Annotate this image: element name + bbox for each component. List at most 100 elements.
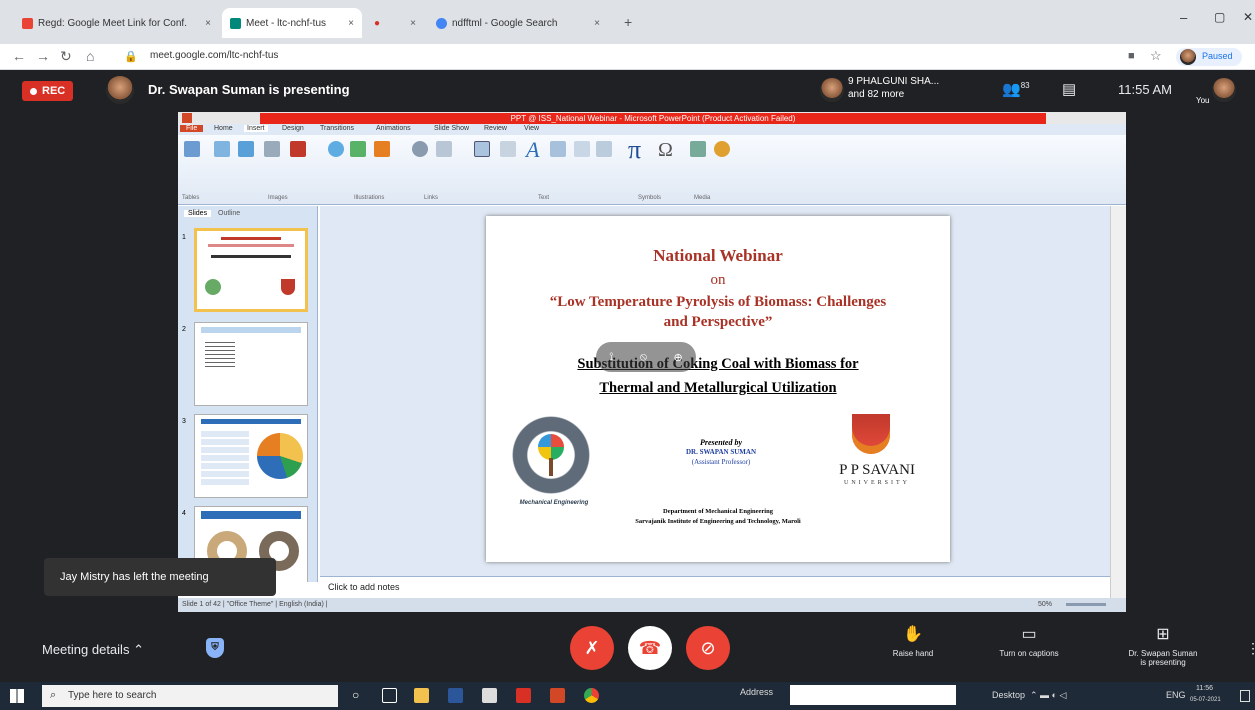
shapes-icon[interactable] [328, 141, 344, 157]
reload-icon[interactable]: ↻ [60, 48, 72, 65]
taskbar-search[interactable]: ⌕ Type here to search [42, 685, 338, 707]
close-icon[interactable]: × [594, 18, 600, 29]
ppt-tab-view[interactable]: View [524, 125, 539, 132]
mute-icon[interactable]: ⦸ [640, 351, 647, 364]
store-icon[interactable] [482, 688, 497, 703]
self-avatar[interactable] [1212, 78, 1236, 102]
browser-tab-gmail[interactable]: Regd: Google Meet Link for Conf. × [14, 8, 219, 38]
notes-pane[interactable]: Click to add notes [320, 576, 1110, 598]
taskbar-date[interactable]: 05-07-2021 [1190, 697, 1221, 703]
screenshot-icon[interactable] [264, 141, 280, 157]
ppt-tab-design[interactable]: Design [282, 125, 304, 132]
department: Department of Mechanical Engineering [663, 508, 773, 515]
more-options-icon[interactable]: ⋮ [1246, 640, 1255, 657]
close-icon[interactable]: × [348, 18, 354, 29]
photo-album-icon[interactable] [290, 141, 306, 157]
notification-icon[interactable] [1240, 690, 1250, 702]
hyperlink-icon[interactable] [412, 141, 428, 157]
tray-icons[interactable]: ⌃ ▬ ◐ ◁ [1030, 690, 1066, 701]
windows-taskbar: ⌕ Type here to search ○ Address Desktop … [0, 682, 1255, 710]
ppt-tab-file[interactable]: File [180, 125, 204, 132]
profile-paused-button[interactable]: Paused [1176, 48, 1242, 66]
presentation-overlay-controls[interactable]: ⟟ ⦸ ⊕ [596, 342, 696, 372]
meeting-details-button[interactable]: Meeting details ⌃ [42, 642, 144, 658]
avatar [1180, 49, 1196, 65]
object-icon[interactable] [596, 141, 612, 157]
video-icon[interactable] [690, 141, 706, 157]
chat-icon[interactable]: ▤ [1062, 80, 1076, 98]
presenting-button[interactable]: ⊞ Dr. Swapan Suman is presenting [1110, 624, 1216, 667]
textbox-icon[interactable] [474, 141, 490, 157]
action-icon[interactable] [436, 141, 452, 157]
table-icon[interactable] [184, 141, 200, 157]
star-icon[interactable]: ☆ [1150, 48, 1162, 64]
pin-icon[interactable]: ⟟ [609, 351, 613, 364]
ppt-tab-animations[interactable]: Animations [376, 125, 411, 132]
maximize-button[interactable]: ▢ [1214, 10, 1225, 24]
leave-call-button[interactable]: ☎ [628, 626, 672, 670]
raise-hand-button[interactable]: ✋ Raise hand [878, 624, 948, 658]
clipart-icon[interactable] [238, 141, 254, 157]
powerpoint-taskbar-icon[interactable] [550, 688, 565, 703]
slide-scrollbar[interactable] [1110, 206, 1126, 598]
ppt-tab-transitions[interactable]: Transitions [320, 125, 354, 132]
participants-line2: and 82 more [848, 89, 905, 100]
language-indicator[interactable]: ENG [1166, 690, 1186, 700]
current-slide[interactable]: National Webinar on “Low Temperature Pyr… [486, 216, 950, 562]
acrobat-icon[interactable] [516, 688, 531, 703]
new-tab-button[interactable]: + [624, 14, 632, 30]
camera-off-button[interactable]: ⊘ [686, 626, 730, 670]
close-icon[interactable]: × [205, 18, 211, 29]
word-icon[interactable] [448, 688, 463, 703]
task-view-icon[interactable] [382, 688, 397, 703]
desktop-label[interactable]: Desktop [992, 690, 1025, 700]
browser-tab-search[interactable]: ndfftml - Google Search × [428, 8, 608, 38]
slide-thumbnail-3[interactable] [194, 414, 308, 498]
camera-icon[interactable]: ■ [1128, 50, 1135, 62]
expand-icon[interactable]: ⊕ [674, 351, 683, 364]
url-field[interactable]: meet.google.com/ltc-nchf-tus [150, 50, 278, 61]
symbol-icon[interactable]: Ω [658, 139, 673, 162]
wordart-icon[interactable]: A [526, 137, 539, 163]
zoom-slider[interactable] [1066, 603, 1106, 606]
header-footer-icon[interactable] [500, 141, 516, 157]
pane-tab-outline[interactable]: Outline [218, 210, 240, 217]
tab-label: Meet - ltc-nchf-tus [246, 17, 327, 29]
smartart-icon[interactable] [350, 141, 366, 157]
slide-thumbnail-2[interactable] [194, 322, 308, 406]
security-shield-icon[interactable]: ⛨ [206, 638, 224, 658]
pane-tab-slides[interactable]: Slides [184, 210, 212, 217]
ppt-tab-review[interactable]: Review [484, 125, 507, 132]
browser-tab-recording[interactable]: ● × [366, 8, 424, 38]
close-window-button[interactable]: ✕ [1243, 10, 1253, 24]
close-icon[interactable]: × [410, 18, 416, 29]
home-icon[interactable]: ⌂ [86, 48, 94, 64]
ppt-tab-home[interactable]: Home [214, 125, 233, 132]
windows-start-icon[interactable] [10, 689, 24, 703]
cortana-icon[interactable]: ○ [352, 688, 359, 702]
participants-summary[interactable]: 9 PHALGUNI SHA... and 82 more [848, 75, 939, 101]
date-time-icon[interactable] [550, 141, 566, 157]
back-icon[interactable]: ← [12, 48, 26, 64]
recording-dot-icon: ● [374, 17, 381, 29]
address-toolbar-input[interactable] [790, 685, 956, 705]
taskbar-time[interactable]: 11:56 [1196, 685, 1213, 692]
chart-icon[interactable] [374, 141, 390, 157]
captions-button[interactable]: ▭ Turn on captions [986, 624, 1072, 658]
tab-label: ndfftml - Google Search [452, 17, 558, 29]
ppt-tab-slideshow[interactable]: Slide Show [434, 125, 469, 132]
minimize-button[interactable]: – [1180, 10, 1187, 25]
file-explorer-icon[interactable] [414, 688, 429, 703]
audio-icon[interactable] [714, 141, 730, 157]
zoom-level[interactable]: 50% [1038, 601, 1052, 608]
slide-number-icon[interactable] [574, 141, 590, 157]
forward-icon[interactable]: → [36, 48, 50, 64]
chrome-icon[interactable] [584, 688, 599, 703]
slide-thumbnail-1[interactable] [194, 228, 308, 312]
ppt-tab-insert[interactable]: Insert [244, 125, 268, 132]
picture-icon[interactable] [214, 141, 230, 157]
mic-off-button[interactable]: ✗ [570, 626, 614, 670]
browser-tab-meet[interactable]: Meet - ltc-nchf-tus × [222, 8, 362, 38]
equation-icon[interactable]: π [628, 135, 641, 165]
people-icon[interactable]: 👥83 [1002, 80, 1030, 98]
